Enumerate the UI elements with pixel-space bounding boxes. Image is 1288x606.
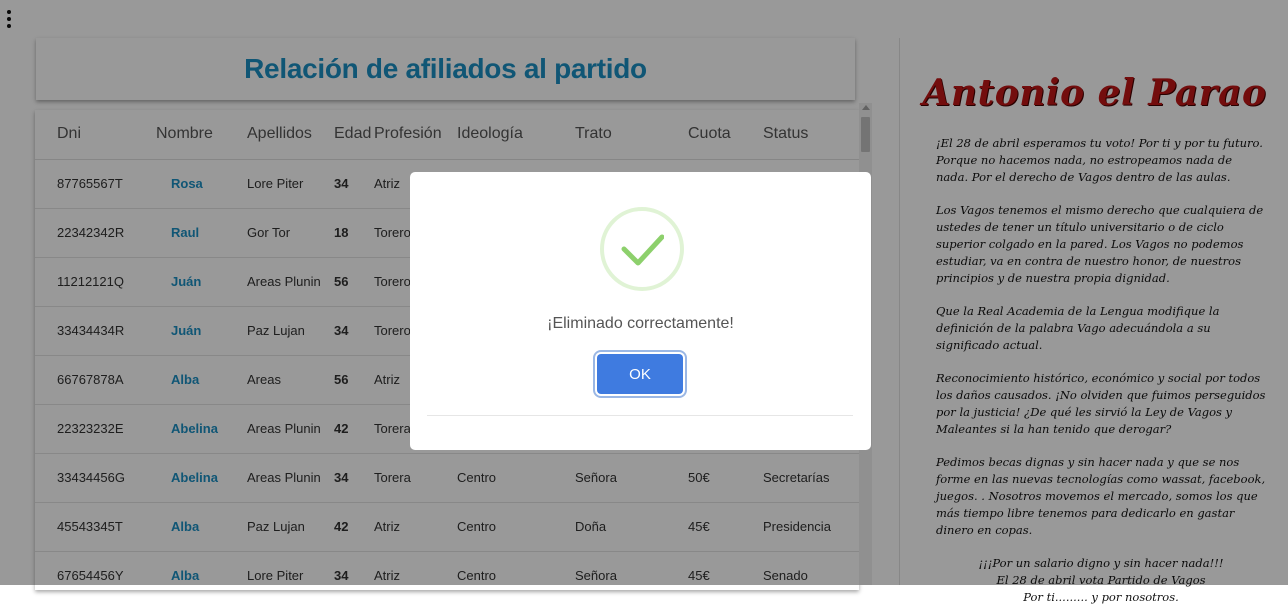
dialog-footer-divider [427,415,853,416]
success-check-icon [600,207,684,291]
ok-button[interactable]: OK [597,354,683,394]
dialog-message: ¡Eliminado correctamente! [547,315,734,332]
check-mark-icon [621,234,664,266]
campaign-closing-line: Por ti......... y por nosotros. [1023,590,1179,604]
success-dialog: ¡Eliminado correctamente! OK [410,172,871,450]
